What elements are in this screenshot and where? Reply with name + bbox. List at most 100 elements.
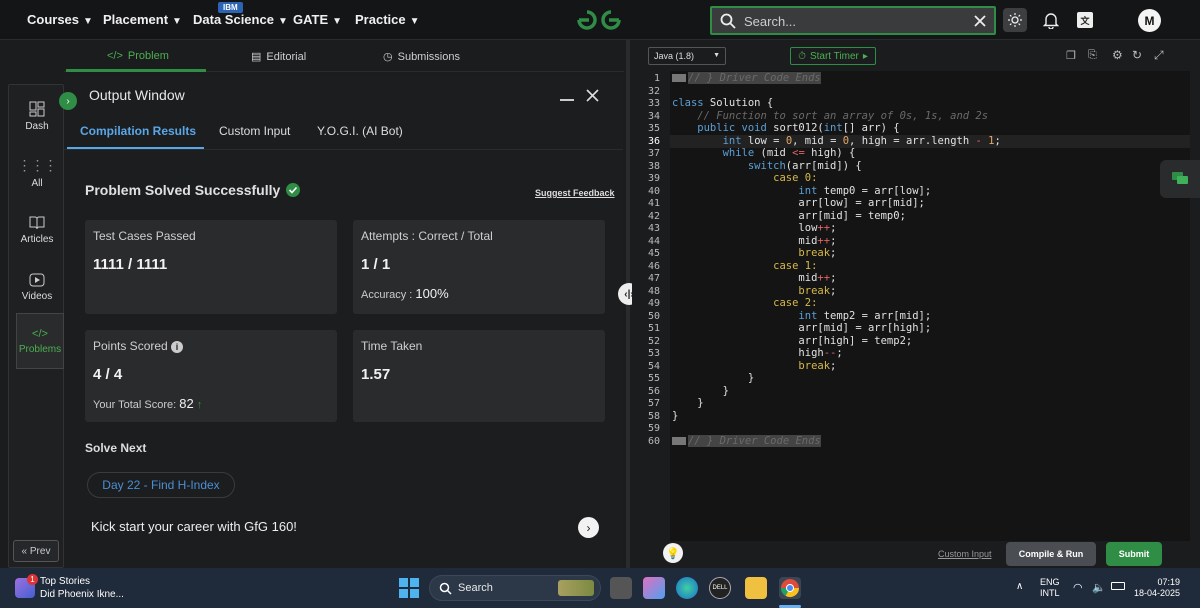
tab-submissions[interactable]: ◷ Submissions [383, 50, 460, 64]
taskbar-search[interactable]: Search [429, 575, 601, 601]
search-highlight-image [558, 580, 594, 596]
dell-icon[interactable]: DELL [709, 577, 731, 599]
search-icon [439, 582, 452, 595]
tab-problem[interactable]: </> Problem [107, 50, 169, 62]
line-number: 35 [647, 123, 660, 134]
custom-input-link[interactable]: Custom Input [938, 549, 992, 559]
windows-start-icon[interactable] [399, 578, 419, 598]
file-explorer-icon[interactable] [745, 577, 767, 599]
minimize-icon[interactable] [560, 99, 574, 101]
left-sidebar: Dash ⋮⋮⋮ All Articles Videos </> Problem… [8, 84, 64, 568]
active-tab-indicator [66, 69, 206, 72]
search-input[interactable] [744, 12, 964, 30]
line-number-gutter: 1 32 33 34 35 36 37 38 39 40 41 42 43 44 45 46 47 48 49 50 5… [632, 71, 670, 541]
line-number: 41 [647, 198, 660, 209]
notification-count-badge: 1 [27, 574, 38, 585]
close-icon[interactable] [974, 15, 986, 27]
line-number: 52 [647, 335, 660, 347]
code-icon: </> [107, 50, 123, 62]
chevron-up-icon[interactable]: ∧ [1016, 581, 1023, 592]
clock[interactable]: 07:19 18-04-2025 [1134, 577, 1180, 599]
fold-marker-icon[interactable] [672, 436, 686, 445]
output-tabs: Compilation Results Custom Input Y.O.G.I… [64, 114, 623, 150]
code-editor[interactable]: // } Driver Code Ends class Solution { /… [670, 71, 1190, 541]
translate-icon: 文 [1080, 15, 1090, 26]
task-view-icon[interactable] [610, 577, 632, 599]
sidebar-item-videos[interactable]: Videos [9, 262, 65, 312]
line-number: 55 [647, 373, 660, 384]
compile-run-button[interactable]: Compile & Run [1006, 542, 1096, 566]
line-number: 51 [647, 323, 660, 334]
line-number: 47 [647, 273, 660, 284]
timer-icon: ⏱ [798, 50, 806, 62]
chrome-icon [781, 579, 799, 598]
reset-icon[interactable]: ↻ [1132, 48, 1142, 62]
file-icon[interactable]: ⎘ [1088, 49, 1097, 62]
windows-taskbar: 1 Top Stories Did Phoenix Ikne... Search … [0, 568, 1200, 608]
next-problem-link[interactable]: Day 22 - Find H-Index [87, 472, 235, 498]
chat-button[interactable] [1160, 160, 1200, 198]
nav-data-science[interactable]: Data Science ▼ [193, 12, 288, 27]
submit-button[interactable]: Submit [1106, 542, 1162, 566]
battery-icon[interactable] [1111, 582, 1125, 590]
chevron-right-icon: › [586, 520, 591, 535]
output-title: Output Window [89, 87, 185, 103]
chevron-down-icon: ▼ [83, 16, 93, 27]
volume-icon[interactable]: 🔈 [1092, 581, 1106, 594]
clock-icon: ◷ [383, 51, 393, 63]
notification-bell-button[interactable] [1042, 10, 1060, 30]
start-timer-button[interactable]: ⏱ Start Timer ▸ [790, 47, 876, 65]
top-navigation: Courses ▼ Placement ▼ IBM Data Science ▼ GA… [0, 0, 1200, 40]
tab-editorial[interactable]: ▤ Editorial [251, 50, 306, 64]
line-number: 50 [647, 310, 660, 322]
copy-icon[interactable]: ❐ [1066, 49, 1076, 62]
info-icon[interactable]: i [171, 341, 184, 353]
editor-bottom-bar: 💡 Custom Input Compile & Run Submit [632, 541, 1200, 568]
tab-custom-input[interactable]: Custom Input [219, 124, 290, 138]
nav-placement[interactable]: Placement ▼ [103, 12, 182, 27]
nav-practice[interactable]: Practice ▼ [355, 12, 420, 27]
language-indicator[interactable]: ENG INTL [1040, 577, 1060, 599]
line-number: 56 [647, 385, 660, 397]
chrome-taskbar-button[interactable] [779, 577, 801, 599]
sidebar-item-articles[interactable]: Articles [9, 205, 65, 255]
book-icon [29, 216, 45, 229]
translate-button[interactable]: 文 [1077, 12, 1093, 28]
gfg-logo[interactable] [575, 8, 623, 32]
collapse-button[interactable]: › [59, 92, 77, 110]
copilot-icon[interactable] [643, 577, 665, 599]
language-select[interactable]: Java (1.8) ▼ [648, 47, 726, 65]
active-output-tab-indicator [67, 147, 204, 149]
test-cases-card: Test Cases Passed 1111 / 1111 [85, 220, 337, 314]
play-icon: ▸ [862, 50, 868, 62]
settings-icon[interactable]: ⚙ [1112, 48, 1123, 62]
fold-marker-icon[interactable] [672, 74, 686, 82]
banner-next-button[interactable]: › [578, 517, 599, 538]
tab-compilation-results[interactable]: Compilation Results [80, 124, 196, 138]
line-number: 44 [647, 235, 660, 247]
hint-button[interactable]: 💡 [663, 543, 683, 563]
line-number: 53 [647, 348, 660, 359]
wifi-icon[interactable]: ◠ [1073, 581, 1083, 594]
chat-icon [1172, 172, 1188, 184]
check-circle-icon [286, 183, 301, 197]
prev-button[interactable]: « Prev [13, 540, 59, 562]
edge-browser-icon[interactable] [676, 577, 698, 599]
line-number: 40 [647, 185, 660, 197]
sidebar-item-dash[interactable]: Dash [9, 91, 65, 141]
fullscreen-icon[interactable]: ⤢ [1154, 48, 1164, 63]
line-number: 46 [647, 260, 660, 272]
nav-gate[interactable]: GATE ▼ [293, 12, 342, 27]
suggest-feedback-link[interactable]: Suggest Feedback [535, 188, 615, 198]
theme-toggle-button[interactable] [1003, 8, 1027, 32]
sidebar-item-problems[interactable]: </> Problems [16, 313, 64, 369]
problem-tabs: </> Problem ▤ Editorial ◷ Submissions [64, 40, 624, 72]
close-icon[interactable] [586, 89, 599, 102]
line-number: 60 [647, 435, 660, 447]
sun-icon [1008, 13, 1022, 27]
news-widget[interactable]: Top Stories Did Phoenix Ikne... [40, 575, 124, 601]
nav-courses[interactable]: Courses ▼ [27, 12, 93, 27]
sidebar-item-all[interactable]: ⋮⋮⋮ All [9, 148, 65, 198]
tab-yogi-bot[interactable]: Y.O.G.I. (AI Bot) [317, 124, 403, 138]
avatar[interactable]: M [1138, 9, 1161, 32]
